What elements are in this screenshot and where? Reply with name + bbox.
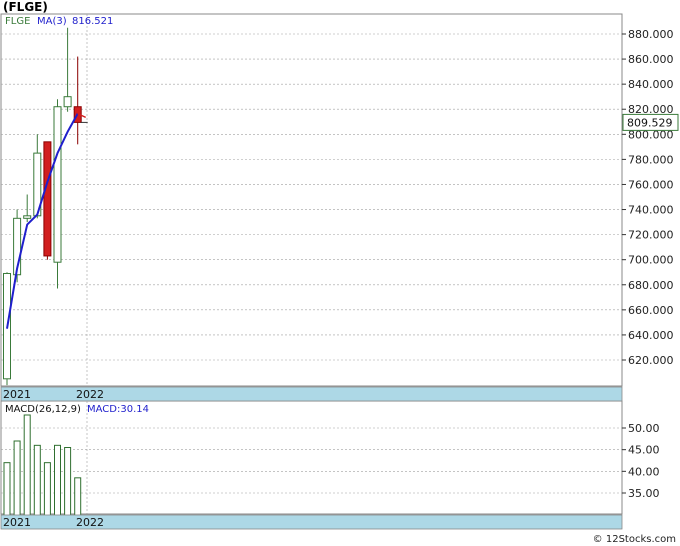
price-y-tick-label: 780.000 <box>628 153 674 166</box>
price-panel <box>0 13 623 387</box>
current-price-label: 809.529 <box>627 116 673 129</box>
chart-title: (FLGE) <box>3 0 48 14</box>
ma-label: MA(3) <box>37 16 67 27</box>
macd-y-tick-label: 45.00 <box>628 444 660 457</box>
price-y-tick-label: 620.000 <box>628 354 674 367</box>
ma-value-label: 816.521 <box>72 16 113 27</box>
price-y-tick-label: 720.000 <box>628 229 674 242</box>
macd-panel <box>0 400 623 515</box>
macd-y-tick-label: 35.00 <box>628 487 660 500</box>
price-y-tick-label: 880.000 <box>628 28 674 41</box>
price-y-tick-label: 760.000 <box>628 178 674 191</box>
price-y-tick-label: 860.000 <box>628 53 674 66</box>
price-y-tick-label: 680.000 <box>628 279 674 292</box>
candle-body <box>23 215 32 219</box>
macd-x-tick-label: 2021 <box>3 516 31 529</box>
candle-body <box>43 141 52 257</box>
price-y-tick-label: 740.000 <box>628 204 674 217</box>
macd-x-tick-label: 2022 <box>76 516 104 529</box>
candle-body <box>53 106 62 263</box>
price-y-tick-label: 840.000 <box>628 78 674 91</box>
stock-chart: 620.000 640.000 660.000 680.000 700.000 720.0… <box>0 13 679 530</box>
macd-bar <box>23 414 31 529</box>
series-label: FLGE <box>5 16 30 27</box>
price-y-tick-label: 700.000 <box>628 254 674 267</box>
macd-y-tick-label: 40.00 <box>628 465 660 478</box>
credit-text: © 12Stocks.com <box>592 534 676 545</box>
macd-y-tick-label: 50.00 <box>628 422 660 435</box>
macd-indicator-label: MACD(26,12,9) <box>5 404 81 415</box>
price-y-tick-label: 660.000 <box>628 304 674 317</box>
candle-body <box>63 96 72 108</box>
macd-value-label: MACD:30.14 <box>87 404 149 415</box>
price-x-tick-label: 2022 <box>76 388 104 401</box>
price-x-tick-label: 2021 <box>3 388 31 401</box>
price-y-tick-label: 640.000 <box>628 329 674 342</box>
